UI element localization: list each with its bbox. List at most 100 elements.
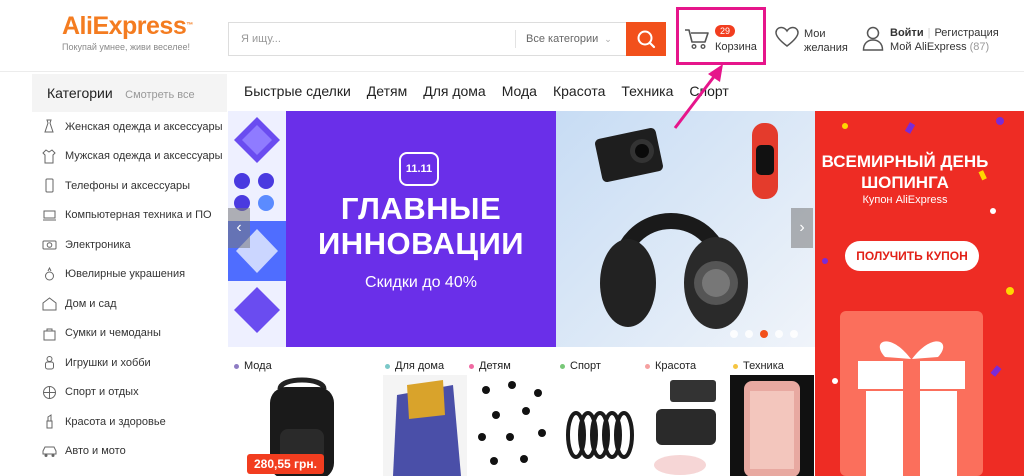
- coupon-promo-banner[interactable]: ВСЕМИРНЫЙ ДЕНЬ ШОПИНГА Купон AliExpress …: [815, 111, 1024, 476]
- account-links: Войти | Регистрация Мой AliExpress (87): [890, 27, 999, 53]
- product-category-text: Мода: [244, 360, 272, 372]
- product-category-text: Техника: [743, 360, 784, 372]
- cart-icon: [685, 29, 709, 50]
- carousel-dot[interactable]: [775, 330, 783, 338]
- cart-label: Корзина: [715, 41, 757, 53]
- see-all-link[interactable]: Смотреть все: [125, 89, 194, 101]
- home-icon: [42, 297, 57, 311]
- search-button[interactable]: [626, 22, 666, 56]
- bullet-icon: [469, 363, 474, 369]
- top-nav-link[interactable]: Для дома: [423, 83, 486, 99]
- bag-icon: [43, 328, 56, 341]
- top-nav: Быстрые сделки Детям Для дома Мода Красота Те…: [244, 83, 745, 99]
- ring-icon: [45, 266, 54, 281]
- hero-next-button[interactable]: ›: [791, 208, 813, 248]
- product-spiral-tool[interactable]: [556, 375, 640, 476]
- sidebar-item-label: Красота и здоровье: [65, 415, 166, 428]
- hero-prev-button[interactable]: ‹: [228, 208, 250, 248]
- bullet-icon: [385, 363, 390, 369]
- logo-text: AliExpress: [62, 12, 187, 40]
- product-nail-drill[interactable]: [640, 375, 730, 476]
- laptop-icon: [43, 210, 56, 221]
- carousel-dot[interactable]: [745, 330, 753, 338]
- hero-subtitle: Скидки до 40%: [365, 274, 477, 291]
- product-category-label[interactable]: Красота: [645, 360, 696, 372]
- sidebar-item-category[interactable]: Сумки и чемоданы: [32, 319, 227, 349]
- sidebar-item-category[interactable]: Женская одежда и аксессуары: [32, 112, 227, 142]
- wishlist-link[interactable]: Мои желания: [804, 27, 848, 55]
- bullet-icon: [234, 363, 239, 369]
- carousel-dot-active[interactable]: [760, 330, 768, 338]
- sidebar-item-category[interactable]: Мужская одежда и аксессуары: [32, 142, 227, 172]
- chevron-left-icon: ‹: [236, 219, 242, 236]
- sidebar-item-category[interactable]: Спорт и отдых: [32, 378, 227, 408]
- top-nav-link[interactable]: Быстрые сделки: [244, 83, 351, 99]
- product-category-label[interactable]: Техника: [733, 360, 784, 372]
- sidebar-item-category[interactable]: Авто и мото: [32, 437, 227, 467]
- cart-count-badge: 29: [715, 25, 736, 37]
- headphones-image: [600, 213, 748, 329]
- hero-logo-11-11: 11.11: [399, 152, 439, 186]
- sidebar-item-label: Мужская одежда и аксессуары: [65, 150, 223, 163]
- sidebar-item-category[interactable]: Телефоны и аксессуары: [32, 171, 227, 201]
- heart-icon[interactable]: [775, 26, 799, 48]
- product-category-text: Детям: [479, 360, 511, 372]
- search-icon: [637, 30, 656, 49]
- my-account-link[interactable]: Мой AliExpress: [890, 41, 967, 53]
- wishlist-line2: желания: [804, 42, 848, 54]
- price-badge: 280,55 грн.: [247, 454, 324, 474]
- sidebar-item-label: Электроника: [65, 238, 131, 251]
- top-nav-link[interactable]: Мода: [502, 83, 537, 99]
- sidebar-item-category[interactable]: Компьютерная техника и ПО: [32, 201, 227, 231]
- search-category-select[interactable]: Все категории ⌄: [516, 23, 626, 55]
- bullet-icon: [733, 363, 738, 369]
- top-nav-link[interactable]: Техника: [621, 83, 673, 99]
- promo-title-line2: ШОПИНГА: [861, 173, 949, 192]
- logo-slogan: Покупай умнее, живи веселее!: [62, 42, 190, 52]
- sidebar-item-label: Телефоны и аксессуары: [65, 179, 190, 192]
- search-category-label: Все категории: [526, 33, 599, 45]
- register-link[interactable]: Регистрация: [934, 27, 998, 39]
- promo-subtitle: Купон AliExpress: [862, 194, 948, 206]
- sidebar-item-label: Женская одежда и аксессуары: [65, 120, 223, 133]
- chevron-right-icon: ›: [799, 219, 805, 236]
- carousel-dot[interactable]: [730, 330, 738, 338]
- search-input[interactable]: [229, 23, 513, 55]
- product-category-label[interactable]: Детям: [469, 360, 511, 372]
- sidebar-item-category[interactable]: Ювелирные украшения: [32, 260, 227, 290]
- top-nav-link[interactable]: Детям: [367, 83, 407, 99]
- sidebar-item-category[interactable]: Игрушки и хобби: [32, 348, 227, 378]
- product-category-text: Спорт: [570, 360, 601, 372]
- product-textile[interactable]: [383, 375, 467, 476]
- sidebar-item-category[interactable]: Электроника: [32, 230, 227, 260]
- product-phone-case[interactable]: [730, 375, 814, 476]
- chevron-down-icon: ⌄: [604, 34, 612, 44]
- sidebar-item-category[interactable]: Красота и здоровье: [32, 407, 227, 437]
- ball-icon: [43, 385, 56, 399]
- product-toy-spiders[interactable]: [472, 375, 556, 476]
- search-bar: Все категории ⌄: [228, 22, 666, 56]
- cart-button[interactable]: 29 Корзина: [676, 7, 766, 65]
- get-coupon-button[interactable]: ПОЛУЧИТЬ КУПОН: [845, 241, 979, 271]
- promo-title: ВСЕМИРНЫЙ ДЕНЬ ШОПИНГА: [815, 151, 995, 193]
- categories-title: Категории: [47, 85, 113, 101]
- top-nav-link[interactable]: Красота: [553, 83, 605, 99]
- carousel-dot[interactable]: [790, 330, 798, 338]
- product-category-label[interactable]: Мода: [234, 360, 272, 372]
- hero-banner[interactable]: 11.11 ГЛАВНЫЕ ИННОВАЦИИ Скидки до 40% ‹ …: [228, 111, 815, 347]
- aliexpress-logo[interactable]: AliExpress™ Покупай умнее, живи веселее!: [62, 12, 193, 52]
- login-link[interactable]: Войти: [890, 27, 924, 39]
- sidebar-item-label: Спорт и отдых: [65, 386, 139, 399]
- sidebar-item-label: Игрушки и хобби: [65, 356, 151, 369]
- user-icon[interactable]: [862, 25, 884, 51]
- product-category-label[interactable]: Для дома: [385, 360, 444, 372]
- sidebar-item-label: Ювелирные украшения: [65, 268, 186, 281]
- sidebar-item-category[interactable]: Дом и сад: [32, 289, 227, 319]
- top-nav-link[interactable]: Спорт: [689, 83, 728, 99]
- category-list: Женская одежда и аксессуары Мужская одежд…: [32, 112, 227, 466]
- product-category-label[interactable]: Спорт: [560, 360, 601, 372]
- lipstick-icon: [46, 414, 53, 429]
- hero-title-line1: ГЛАВНЫЕ: [340, 191, 502, 226]
- product-category-text: Красота: [655, 360, 697, 372]
- shirt-icon: [42, 149, 56, 164]
